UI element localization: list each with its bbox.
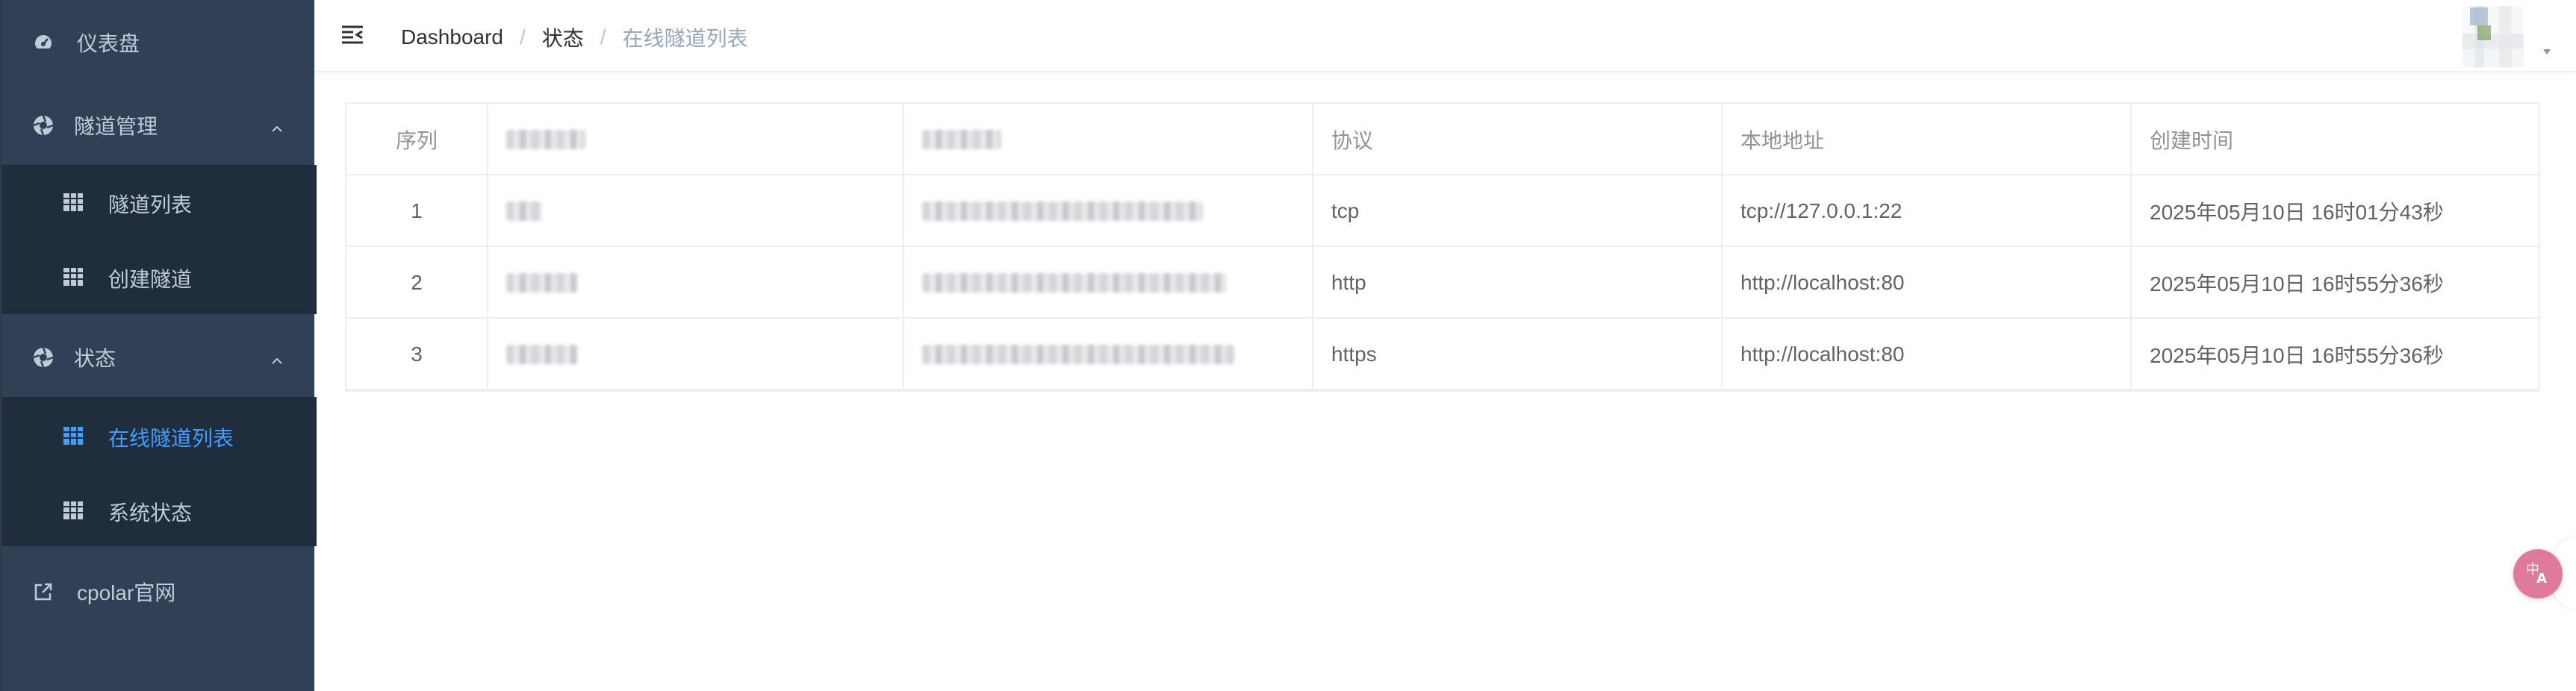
- external-link-icon: [32, 581, 55, 603]
- grid-table-icon: [62, 266, 84, 288]
- table-row[interactable]: 1 tcp tcp://127.0.0.1:22 2025年05月10日 16时…: [346, 175, 2539, 247]
- cell-protocol: http: [1313, 247, 1723, 319]
- cell-protocol: tcp: [1313, 175, 1723, 247]
- sidebar-item-system-status[interactable]: 系统状态: [2, 486, 317, 538]
- menu-fold-icon[interactable]: [340, 22, 365, 48]
- cell-created: 2025年05月10日 16时55分36秒: [2150, 344, 2444, 367]
- cell-name: [488, 247, 904, 319]
- table-row[interactable]: 3 https http://localhost:80 2025年05月10日 …: [346, 319, 2539, 390]
- sidebar-item-label: 隧道列表: [108, 193, 193, 216]
- caret-down-icon[interactable]: [2542, 46, 2552, 57]
- svg-text:A: A: [2536, 571, 2547, 587]
- column-header-local-address: 本地地址: [1723, 104, 2132, 175]
- cell-created: 2025年05月10日 16时01分43秒: [2150, 201, 2444, 224]
- dashboard-icon: [32, 31, 55, 54]
- sidebar-item-label: cpolar官网: [77, 581, 176, 604]
- column-header-protocol: 协议: [1313, 104, 1723, 175]
- sidebar-item-create-tunnel[interactable]: 创建隧道: [2, 252, 317, 304]
- breadcrumb-current: 在线隧道列表: [622, 27, 748, 50]
- sidebar-item-label: 隧道管理: [74, 115, 158, 138]
- sidebar-item-tunnel-mgmt[interactable]: 隧道管理: [2, 99, 317, 151]
- redacted-text: [922, 201, 1203, 221]
- cell-index: 2: [346, 247, 488, 319]
- cell-public-url: [904, 319, 1313, 390]
- cell-created: 2025年05月10日 16时55分36秒: [2150, 272, 2444, 296]
- cell-name: [488, 319, 904, 390]
- chevron-up-icon: [270, 118, 284, 133]
- redacted-text: [922, 345, 1234, 364]
- sidebar-item-label: 状态: [74, 347, 116, 370]
- column-header-index: 序列: [346, 104, 488, 175]
- breadcrumb: Dashboard / 状态 / 在线隧道列表: [401, 22, 748, 52]
- cell-local-address: http://localhost:80: [1723, 319, 2132, 390]
- breadcrumb-separator: /: [600, 25, 606, 49]
- cell-local-address: tcp://127.0.0.1:22: [1723, 175, 2132, 247]
- sidebar-item-status[interactable]: 状态: [2, 331, 317, 384]
- breadcrumb-separator: /: [519, 25, 526, 49]
- cell-index: 1: [346, 175, 488, 247]
- redacted-text: [506, 345, 578, 364]
- chevron-up-icon: [270, 350, 284, 365]
- cell-protocol: https: [1313, 319, 1723, 390]
- redacted-text: [506, 273, 578, 293]
- redacted-text: [922, 273, 1227, 293]
- translate-button[interactable]: 中A: [2513, 549, 2563, 598]
- table-row[interactable]: 2 http http://localhost:80 2025年05月10日 1…: [346, 247, 2539, 319]
- grid-table-icon: [62, 191, 84, 213]
- aperture-icon: [32, 346, 55, 369]
- redacted-text: [506, 130, 585, 149]
- breadcrumb-section[interactable]: 状态: [542, 22, 584, 52]
- column-header-created: 创建时间: [2150, 129, 2234, 152]
- sidebar-item-label: 创建隧道: [108, 268, 193, 291]
- avatar-pixel: [2477, 25, 2491, 40]
- sidebar-item-label: 系统状态: [108, 501, 193, 525]
- sidebar: 仪表盘 隧道管理 隧道列表 创建隧道 状态 在线隧道列表 系统状态 cpolar…: [0, 0, 317, 691]
- redacted-text: [922, 130, 1001, 149]
- aperture-icon: [32, 114, 55, 137]
- cell-public-url: [904, 175, 1313, 247]
- sidebar-item-label: 仪表盘: [77, 32, 140, 55]
- column-header-name: [488, 104, 904, 175]
- online-tunnels-table: 序列 协议 本地地址 创建时间 1 tcp tcp://127.0.0.1:22…: [345, 102, 2540, 392]
- sidebar-item-online-tunnels[interactable]: 在线隧道列表: [2, 411, 317, 463]
- sidebar-item-cpolar-site[interactable]: cpolar官网: [2, 566, 317, 618]
- sidebar-item-tunnel-list[interactable]: 隧道列表: [2, 178, 317, 230]
- column-header-url: [904, 104, 1313, 175]
- cell-index: 3: [346, 319, 488, 390]
- sidebar-item-dashboard[interactable]: 仪表盘: [2, 16, 317, 69]
- avatar-pixel: [2470, 7, 2488, 25]
- redacted-text: [506, 201, 542, 221]
- grid-table-icon: [62, 425, 84, 447]
- table-header-row: 序列 协议 本地地址 创建时间: [346, 104, 2539, 175]
- top-navbar: Dashboard / 状态 / 在线隧道列表: [314, 0, 2576, 72]
- grid-table-icon: [62, 499, 84, 522]
- cell-local-address: http://localhost:80: [1723, 247, 2132, 319]
- sidebar-item-label: 在线隧道列表: [108, 427, 234, 450]
- breadcrumb-home[interactable]: Dashboard: [401, 25, 503, 49]
- cell-name: [488, 175, 904, 247]
- cell-public-url: [904, 247, 1313, 319]
- translate-icon: 中A: [2523, 557, 2553, 591]
